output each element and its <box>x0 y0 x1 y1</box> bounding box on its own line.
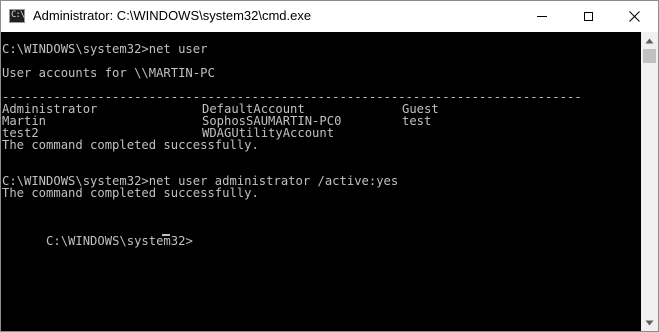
scroll-down-arrow-icon <box>645 320 654 325</box>
console-line-command-1: C:\WINDOWS\system32>net user <box>2 42 208 56</box>
minimize-button[interactable] <box>519 1 565 31</box>
close-button[interactable] <box>611 1 657 31</box>
command-prompt-icon[interactable]: C:\ <box>9 9 25 23</box>
console-line-result-2: The command completed successfully. <box>2 186 259 200</box>
console-line-result-1: The command completed successfully. <box>2 138 259 152</box>
console-prompt[interactable]: C:\WINDOWS\system32> <box>2 223 202 247</box>
icon-label: C:\ <box>11 10 25 20</box>
maximize-button[interactable] <box>565 1 611 31</box>
cmd-window: C:\ Administrator: C:\WINDOWS\system32\c… <box>0 0 659 332</box>
window-title: Administrator: C:\WINDOWS\system32\cmd.e… <box>33 8 312 23</box>
console-line-header: User accounts for \\MARTIN-PC <box>2 66 215 80</box>
scroll-thumb[interactable] <box>643 49 656 63</box>
scroll-up-button[interactable] <box>641 32 658 49</box>
console-output[interactable]: C:\WINDOWS\system32>net user User accoun… <box>1 32 641 331</box>
minimize-icon <box>537 15 547 17</box>
title-bar[interactable]: C:\ Administrator: C:\WINDOWS\system32\c… <box>1 1 658 32</box>
text-cursor <box>162 234 170 236</box>
maximize-icon <box>583 11 593 21</box>
scroll-down-button[interactable] <box>641 314 658 331</box>
vertical-scrollbar[interactable] <box>641 32 658 331</box>
prompt-text: C:\WINDOWS\system32> <box>46 234 193 248</box>
close-icon <box>628 10 640 22</box>
scroll-up-arrow-icon <box>645 38 654 43</box>
account-name: test <box>402 114 432 128</box>
